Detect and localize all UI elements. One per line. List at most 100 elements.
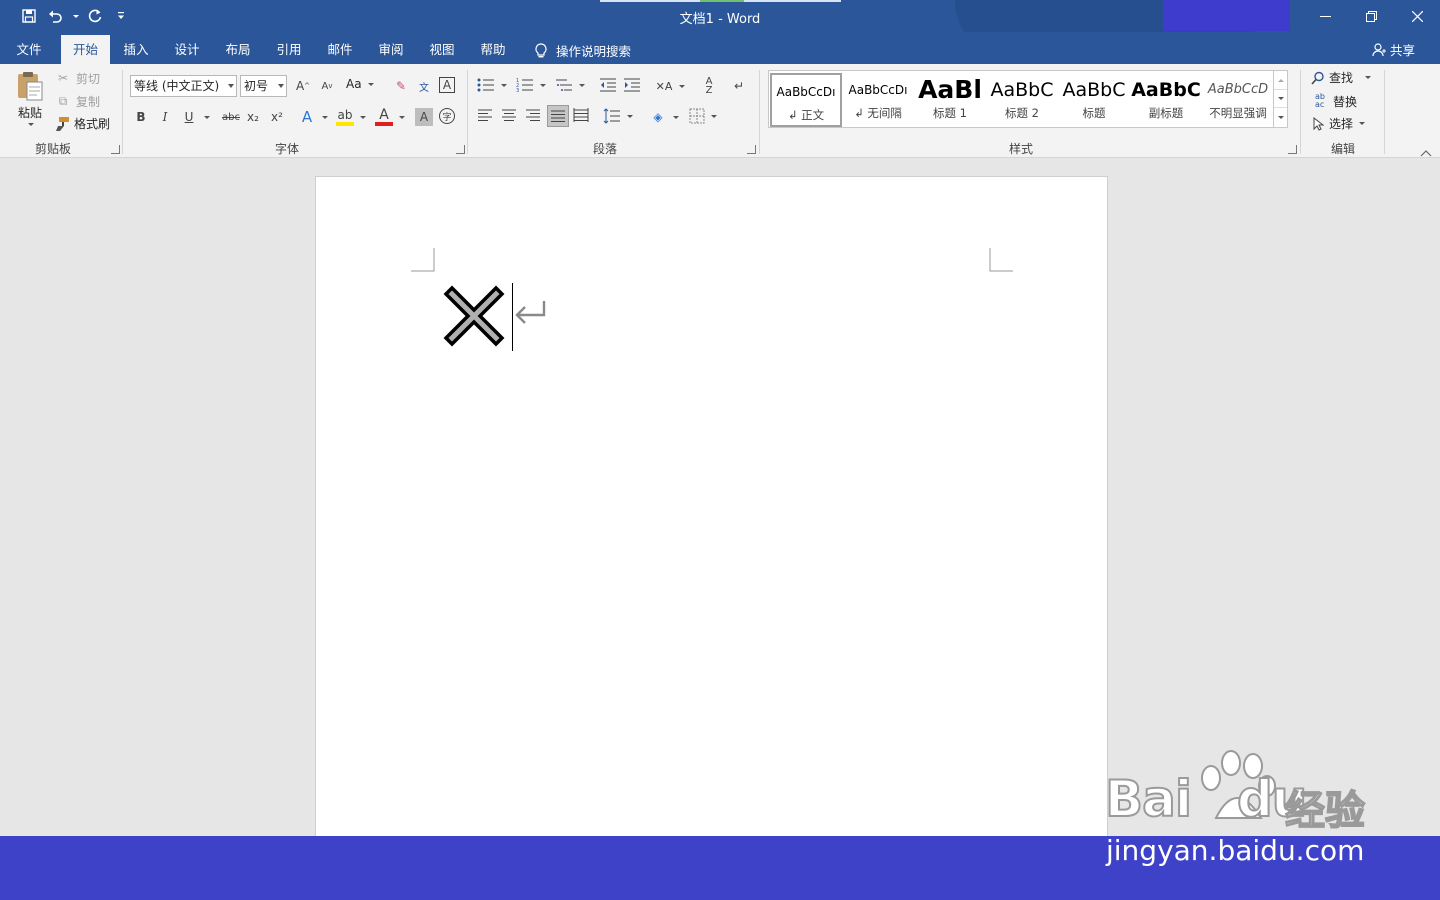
align-center-button[interactable] (501, 108, 517, 122)
chinese-layout-button[interactable]: ✕A (655, 77, 685, 95)
replace-button[interactable]: ab ac 替换 (1311, 92, 1357, 110)
font-name-combo[interactable]: 等线 (中文正文) (130, 75, 237, 97)
style-no-spacing[interactable]: AaBbCcDı ↲ 无间隔 (842, 73, 914, 127)
tab-design[interactable]: 设计 (166, 35, 208, 64)
tab-view[interactable]: 视图 (421, 35, 463, 64)
find-button[interactable]: 查找 (1311, 69, 1372, 86)
tab-insert[interactable]: 插入 (115, 35, 157, 64)
scroll-up-icon[interactable] (1274, 71, 1287, 90)
clear-formatting-button[interactable]: ✎ (392, 77, 410, 95)
subscript-button[interactable]: x₂ (244, 108, 262, 126)
share-button[interactable]: 共享 (1372, 40, 1415, 59)
chevron-down-icon (673, 115, 679, 119)
heavy-x-symbol (443, 285, 505, 347)
underline-button[interactable]: U (180, 108, 210, 126)
close-icon[interactable] (1394, 0, 1440, 32)
strikethrough-button[interactable]: abc (220, 108, 242, 126)
chevron-down-icon (711, 114, 717, 118)
italic-label: I (162, 110, 168, 124)
multilevel-list-icon (556, 79, 572, 91)
style-heading-2[interactable]: AaBbC 标题 2 (986, 73, 1058, 127)
character-border-button[interactable]: A (439, 77, 455, 93)
justify-button[interactable] (547, 105, 569, 127)
phonetic-guide-button[interactable]: 文 (415, 77, 433, 95)
shrink-font-button[interactable]: Av (318, 77, 336, 95)
watermark-cn: 经验 (1284, 787, 1366, 835)
grow-font-button[interactable]: A ^ (294, 77, 312, 95)
decrease-indent-icon (600, 78, 616, 92)
shrink-font-icon: Av (321, 80, 333, 92)
tab-mailings[interactable]: 邮件 (319, 35, 361, 64)
enclose-characters-button[interactable]: 字 (439, 108, 455, 124)
borders-button[interactable] (689, 108, 717, 124)
style-subtle-emphasis[interactable]: AaBbCcD 不明显强调 (1202, 73, 1274, 127)
change-case-button[interactable]: Aa (346, 77, 374, 91)
chevron-down-icon (679, 84, 685, 88)
numbering-button[interactable]: 123 (516, 77, 546, 93)
tab-help[interactable]: 帮助 (472, 35, 514, 64)
multilevel-list-button[interactable] (555, 77, 585, 93)
style-normal[interactable]: AaBbCcDı ↲ 正文 (770, 73, 842, 127)
sort-icon: AZ (705, 76, 713, 96)
tab-file[interactable]: 文件 (8, 35, 50, 64)
highlight-button[interactable]: ab (336, 108, 366, 126)
style-sample: AaBbC (1131, 79, 1201, 101)
bold-button[interactable]: B (132, 108, 150, 126)
highlighter-icon: ab (336, 108, 354, 126)
tab-references[interactable]: 引用 (268, 35, 310, 64)
bullets-button[interactable] (477, 77, 507, 93)
select-button[interactable]: 选择 (1311, 115, 1366, 132)
italic-button[interactable]: I (156, 108, 174, 126)
distributed-button[interactable] (573, 108, 589, 122)
styles-group-label: 样式 (1008, 142, 1033, 156)
style-title[interactable]: AaBbC 标题 (1058, 73, 1130, 127)
styles-scrollbar[interactable] (1273, 71, 1287, 127)
tell-me-search[interactable]: 操作说明搜索 (534, 41, 631, 60)
character-shading-button[interactable]: A (415, 108, 433, 126)
font-launcher-icon[interactable] (456, 145, 465, 154)
chevron-down-icon (399, 115, 405, 119)
restore-icon[interactable] (1348, 0, 1394, 32)
format-painter-button[interactable]: 格式刷 (54, 115, 110, 132)
text-effects-button[interactable]: A (298, 108, 328, 126)
superscript-button[interactable]: x² (268, 108, 286, 126)
increase-indent-button[interactable] (623, 77, 641, 93)
tab-layout[interactable]: 布局 (217, 35, 259, 64)
font-color-button[interactable]: A (375, 107, 405, 126)
clipboard-group-label: 剪贴板 (34, 142, 71, 156)
shading-button[interactable]: ◈ (649, 108, 679, 126)
paragraph-launcher-icon[interactable] (747, 145, 756, 154)
align-left-icon (478, 109, 492, 121)
collapse-ribbon-icon[interactable] (1420, 146, 1432, 157)
show-marks-button[interactable]: ↵ (730, 77, 748, 95)
styles-launcher-icon[interactable] (1288, 145, 1297, 154)
find-label: 查找 (1329, 71, 1354, 85)
font-size-value: 初号 (244, 79, 269, 93)
editing-group-label: 编辑 (1330, 142, 1355, 156)
style-sample: AaBl (918, 75, 982, 104)
style-sample: AaBbC (990, 79, 1054, 101)
decrease-indent-button[interactable] (599, 77, 617, 93)
font-size-combo[interactable]: 初号 (240, 75, 287, 97)
ribbon-divider (1300, 70, 1301, 154)
style-heading-1[interactable]: AaBl 标题 1 (914, 73, 986, 127)
document-area[interactable] (0, 159, 1440, 856)
scroll-down-icon[interactable] (1274, 90, 1287, 108)
line-spacing-button[interactable] (603, 108, 633, 124)
more-styles-icon[interactable] (1274, 108, 1287, 126)
clipboard-launcher-icon[interactable] (111, 145, 120, 154)
document-page[interactable] (315, 176, 1108, 856)
cut-button[interactable]: ✂ 剪切 (54, 69, 100, 87)
align-left-button[interactable] (477, 108, 493, 122)
style-subtitle[interactable]: AaBbC 副标题 (1130, 73, 1202, 127)
underline-label: U (184, 110, 194, 124)
sort-button[interactable]: AZ (700, 76, 718, 96)
superscript-label: x² (271, 110, 283, 124)
paste-dropdown-icon[interactable] (28, 123, 34, 126)
tab-review[interactable]: 审阅 (370, 35, 412, 64)
minimize-icon[interactable] (1302, 0, 1348, 32)
align-right-button[interactable] (525, 108, 541, 122)
copy-button[interactable]: ⧉ 复制 (54, 92, 100, 110)
tab-home[interactable]: 开始 (61, 35, 110, 64)
paste-button[interactable]: 粘贴 (14, 70, 46, 126)
